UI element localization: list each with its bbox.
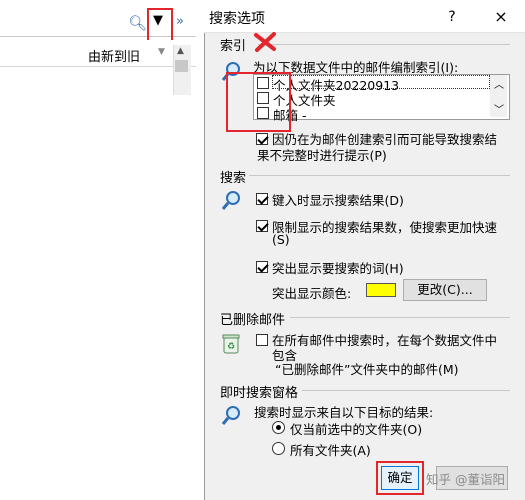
instant-section-divider [302,390,510,391]
search-section-title: 搜索 [220,171,247,186]
red-x-mark-icon [254,32,276,52]
ok-button-highlight [376,461,424,495]
watermark: 知乎 @董诣阳 [426,472,505,487]
search-icon[interactable]: 🔍︎ [128,14,147,32]
deleted-section-divider [290,317,510,318]
include-deleted-line1: 在所有邮件中搜索时，在每个数据文件中 [272,333,498,348]
instant-section-title: 即时搜索窗格 [220,386,299,401]
include-deleted-line3: “已删除邮件”文件夹中的邮件(M) [275,362,459,377]
index-prompt-line2: 果不完整时进行提示(P) [257,148,387,163]
highlight-color-swatch[interactable] [366,283,396,297]
search-section-divider [249,175,510,176]
datafile-focus-outline [272,75,490,89]
limit-results-line2: (S) [272,232,290,247]
recycle-bin-icon: ♻ [222,334,240,354]
limit-results-checkbox[interactable] [256,220,268,232]
search-dropdown-arrow-icon[interactable]: ▼ [153,13,163,28]
expand-double-chevron-icon[interactable]: » [176,14,184,29]
scroll-up-icon[interactable]: ▲ [177,46,184,56]
include-deleted-checkbox[interactable] [256,334,268,346]
index-section-divider [258,44,510,45]
index-section-title: 索引 [220,39,247,54]
scroll-thumb[interactable] [175,60,188,72]
dialog-title: 搜索选项 [209,11,265,27]
limit-results-line1: 限制显示的搜索结果数，使搜索更加快速 [272,220,498,235]
all-folders-label: 所有文件夹(A) [290,443,371,458]
change-color-button[interactable]: 更改(C)... [403,279,487,301]
show-results-checkbox[interactable] [256,193,268,205]
highlight-color-label: 突出显示颜色: [272,286,352,301]
current-folder-label: 仅当前选中的文件夹(O) [290,422,423,437]
svg-text:♻: ♻ [227,342,235,352]
highlight-terms-checkbox[interactable] [256,261,268,273]
listbox-scroll-down-icon[interactable]: ﹀ [494,101,504,116]
index-prompt-checkbox[interactable] [256,133,268,145]
all-folders-radio[interactable] [272,442,285,455]
deleted-section-title: 已删除邮件 [220,313,286,328]
search-settings-icon [221,191,240,210]
highlight-terms-label: 突出显示要搜索的词(H) [272,261,404,276]
sort-chevron-down-icon[interactable]: ▼ [158,47,165,57]
listbox-scroll-up-icon[interactable]: ︿ [494,76,504,91]
instant-search-icon [221,406,240,425]
current-folder-radio[interactable] [272,421,285,434]
listbox-checkbox-highlight [226,72,291,132]
close-button[interactable]: × [488,6,514,28]
show-results-label: 键入时显示搜索结果(D) [272,193,404,208]
sort-order-label[interactable]: 由新到旧 [88,46,140,65]
help-button[interactable]: ? [440,6,464,28]
